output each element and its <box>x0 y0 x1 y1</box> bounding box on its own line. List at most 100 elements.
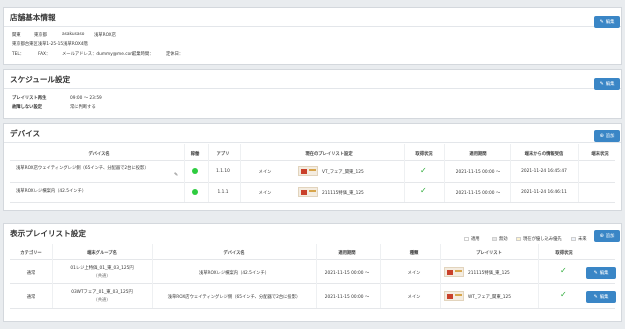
playlist-name: 211115特価_東_125 <box>322 191 364 196</box>
group-name: 01レジ上特価_01_東_03_125円 <box>70 266 134 271</box>
device-add-button[interactable]: ⊕ 追加 <box>594 130 620 142</box>
add-label: 追加 <box>605 234 615 239</box>
kind: メイン <box>407 271 421 276</box>
col-app: アプリ <box>216 152 230 157</box>
playlist-thumbnail <box>298 166 318 176</box>
store-info-card: 店舗基本情報 ✎ 編集 関東 東京都 asakusaso 浅草ROX店 東京都台… <box>3 7 622 65</box>
schedule-value-playlist: 09:00 〜 23:59 <box>70 96 102 101</box>
category: 通常 <box>26 295 36 300</box>
pencil-icon: ✎ <box>599 18 604 25</box>
store-region: 関東 <box>12 33 21 38</box>
schedule-card: スケジュール設定 ✎ 編集 プレイリスト再生 09:00 〜 23:59 故障し… <box>3 69 622 119</box>
store-closed: 定休日： <box>166 52 184 57</box>
col-divider <box>184 144 185 202</box>
store-tel: TEL： <box>12 52 25 57</box>
apply-period: 2021-11-15 00:00 〜 <box>324 295 370 300</box>
device-name: 浅草ROX店ウェイティングレジ側（65インチ、分配器で2台に投影） <box>16 166 149 171</box>
col-divider <box>208 144 209 202</box>
col-kind: 種類 <box>409 251 419 256</box>
store-name: 浅草ROX店 <box>94 33 116 38</box>
check-icon: ✓ <box>560 266 567 275</box>
check-icon: ✓ <box>420 166 427 175</box>
display-add-button[interactable]: ⊕ 追加 <box>594 230 620 242</box>
device-card: デバイス ⊕ 追加 デバイス名 稼働 アプリ 現在のプレイリスト設定 取得状況 … <box>3 123 622 211</box>
app-version: 1.1.10 <box>216 169 230 174</box>
schedule-title: スケジュール設定 <box>10 75 71 84</box>
legend-applied: 適用 <box>471 237 480 242</box>
legend-swatch-override <box>516 237 521 241</box>
row-edit-button[interactable]: ✎ 編集 <box>586 267 616 279</box>
col-received: 端末からの情報受信 <box>524 152 564 157</box>
store-hours: 営業時間： <box>132 52 154 57</box>
plus-icon: ⊕ <box>599 132 604 139</box>
row-divider <box>10 259 615 260</box>
playlist-thumbnail <box>298 187 318 197</box>
app-version: 1.1.1 <box>217 190 229 195</box>
apply-period: 2021-11-15 00:00 〜 <box>324 271 370 276</box>
col-device-name: デバイス名 <box>223 251 245 256</box>
col-divider <box>152 244 153 308</box>
active-indicator <box>192 168 198 174</box>
playlist-name: VT_フェア_関東_125 <box>322 170 364 175</box>
schedule-value-fault: 常に判断する <box>70 105 96 110</box>
edit-label: 編集 <box>599 295 609 300</box>
received-time: 2021-11-24 16:45:47 <box>521 169 567 174</box>
store-info-title: 店舗基本情報 <box>10 13 56 22</box>
check-icon: ✓ <box>420 186 427 195</box>
row-edit-button[interactable]: ✎ 編集 <box>586 291 616 303</box>
col-divider <box>578 144 579 202</box>
row-divider <box>10 308 615 309</box>
device-name: 浅草ROX店ウェイティングレジ側（65インチ、分配器で2台に投影） <box>167 295 301 300</box>
schedule-edit-button[interactable]: ✎ 編集 <box>594 78 620 90</box>
col-divider <box>510 144 511 202</box>
playlist-mode: メイン <box>258 170 272 175</box>
plus-icon: ⊕ <box>599 232 604 239</box>
row-divider <box>10 160 615 161</box>
col-period: 適用期間 <box>469 152 487 157</box>
col-divider <box>444 144 445 202</box>
apply-period: 2021-11-15 00:00 〜 <box>455 191 501 196</box>
playlist-thumbnail <box>444 291 464 301</box>
col-fetch-status: 取得状況 <box>415 152 433 157</box>
schedule-label-playlist: プレイリスト再生 <box>12 96 47 101</box>
playlist-mode: メイン <box>258 191 272 196</box>
group-scope: (共通) <box>96 274 108 279</box>
playlist-name: WT_フェア_関東_125 <box>468 295 512 300</box>
store-edit-button[interactable]: ✎ 編集 <box>594 16 620 28</box>
col-divider <box>380 244 381 308</box>
display-playlist-card: 表示プレイリスト設定 ⊕ 追加 適用 無効 現在が優し込み優先 未来 カテゴリー… <box>3 223 622 322</box>
store-address: 東京都台東区浅草1-25-15浅草ROX4階 <box>12 42 88 47</box>
group-name: 03WTフェア_01_東_03_125円 <box>71 290 133 295</box>
playlist-name: 211115特価_東_125 <box>468 271 510 276</box>
schedule-label-fault: 故障しない設定 <box>12 105 43 110</box>
row-divider <box>10 182 615 183</box>
legend-swatch-applied <box>464 237 469 241</box>
edit-label: 編集 <box>599 271 609 276</box>
group-scope: (共通) <box>96 298 108 303</box>
col-divider <box>316 244 317 308</box>
col-playlist: プレイリスト <box>476 251 502 256</box>
device-title: デバイス <box>10 129 41 138</box>
col-period: 適用期間 <box>338 251 356 256</box>
apply-period: 2021-11-15 00:00 〜 <box>455 170 501 175</box>
pencil-icon[interactable]: ✎ <box>174 172 178 178</box>
col-group-name: 端末グループ名 <box>87 251 117 256</box>
pencil-icon: ✎ <box>593 269 598 276</box>
check-icon: ✓ <box>560 290 567 299</box>
pencil-icon: ✎ <box>599 80 604 87</box>
store-fax: FAX： <box>38 52 51 57</box>
col-terminal-status: 端末状況 <box>591 152 609 157</box>
device-name: 浅草ROXレジ横案内（42.5インチ） <box>16 189 87 194</box>
kind: メイン <box>407 295 421 300</box>
legend-override: 現在が優し込み優先 <box>523 237 562 242</box>
category: 通常 <box>26 271 36 276</box>
col-category: カテゴリー <box>20 251 42 256</box>
col-divider <box>52 244 53 308</box>
store-prefecture: 東京都 <box>34 33 47 38</box>
pencil-icon: ✎ <box>593 293 598 300</box>
edit-label: 編集 <box>605 20 615 25</box>
store-mail: メールアドレス：dummy@me.com <box>62 52 135 57</box>
received-time: 2021-11-24 16:46:11 <box>521 190 567 195</box>
page: 店舗基本情報 ✎ 編集 関東 東京都 asakusaso 浅草ROX店 東京都台… <box>3 3 622 326</box>
legend-swatch-future <box>571 237 576 241</box>
